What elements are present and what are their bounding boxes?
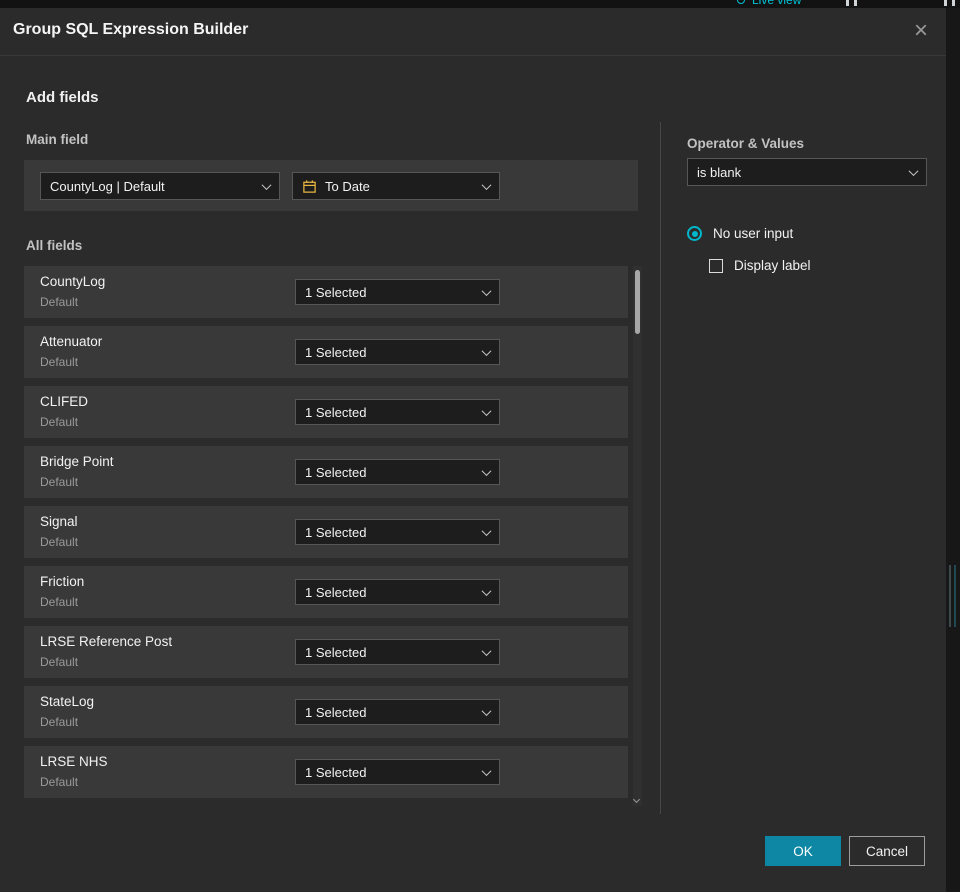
dropdown-value: 1 Selected [305, 464, 367, 480]
chevron-down-icon [481, 465, 492, 476]
field-selected-dropdown[interactable]: 1 Selected [295, 399, 500, 425]
field-selected-dropdown[interactable]: 1 Selected [295, 579, 500, 605]
main-field-row: CountyLog | Default To Date [24, 160, 638, 211]
field-name: CLIFED [40, 394, 89, 409]
chevron-down-icon [261, 179, 272, 190]
field-row-lrse-nhs: LRSE NHS Default 1 Selected [24, 746, 628, 798]
radio-selected-icon [687, 226, 702, 241]
field-name: Friction [40, 574, 85, 589]
field-name: LRSE Reference Post [40, 634, 173, 649]
dropdown-value: 1 Selected [305, 404, 367, 420]
field-row-clifed: CLIFED Default 1 Selected [24, 386, 628, 438]
chevron-down-icon [481, 345, 492, 356]
dropdown-value: 1 Selected [305, 344, 367, 360]
field-row-lrse-reference-post: LRSE Reference Post Default 1 Selected [24, 626, 628, 678]
field-row-signal: Signal Default 1 Selected [24, 506, 628, 558]
field-source: Default [40, 475, 79, 489]
display-label-checkbox[interactable]: Display label [709, 258, 811, 273]
field-name: Attenuator [40, 334, 103, 349]
all-fields-label: All fields [26, 238, 83, 253]
toolbar-bars-icon[interactable] [846, 0, 857, 6]
chevron-down-icon [481, 179, 492, 190]
field-source: Default [40, 535, 79, 549]
chevron-down-icon [481, 585, 492, 596]
operator-values-label: Operator & Values [687, 136, 805, 151]
chevron-down-icon [481, 285, 492, 296]
close-icon[interactable]: × [906, 17, 936, 47]
cancel-button[interactable]: Cancel [849, 836, 925, 866]
field-row-friction: Friction Default 1 Selected [24, 566, 628, 618]
dialog-title: Group SQL Expression Builder [13, 21, 249, 38]
live-view-icon [737, 0, 745, 4]
field-name: StateLog [40, 694, 95, 709]
dropdown-value: 1 Selected [305, 524, 367, 540]
field-source: Default [40, 415, 79, 429]
field-source: Default [40, 775, 79, 789]
date-field-dropdown[interactable]: To Date [292, 172, 500, 200]
checkbox-label: Display label [734, 258, 811, 273]
field-source: Default [40, 595, 79, 609]
ok-button[interactable]: OK [765, 836, 841, 866]
main-field-dropdown[interactable]: CountyLog | Default [40, 172, 280, 200]
dropdown-value: 1 Selected [305, 644, 367, 660]
app-right-edge [946, 8, 960, 892]
field-source: Default [40, 655, 79, 669]
edge-mark [949, 565, 951, 627]
field-source: Default [40, 355, 79, 369]
field-row-bridge-point: Bridge Point Default 1 Selected [24, 446, 628, 498]
field-selected-dropdown[interactable]: 1 Selected [295, 699, 500, 725]
field-name: Bridge Point [40, 454, 114, 469]
dropdown-value: 1 Selected [305, 704, 367, 720]
dropdown-value: is blank [697, 164, 742, 180]
dropdown-value: CountyLog | Default [50, 178, 165, 194]
field-selected-dropdown[interactable]: 1 Selected [295, 519, 500, 545]
field-name: CountyLog [40, 274, 106, 289]
scrollbar-thumb[interactable] [635, 270, 640, 334]
edge-mark [954, 565, 956, 627]
scroll-down-icon[interactable] [632, 795, 641, 804]
scrollbar[interactable] [632, 266, 642, 806]
field-selected-dropdown[interactable]: 1 Selected [295, 639, 500, 665]
checkbox-unchecked-icon [709, 258, 723, 273]
chevron-down-icon [481, 645, 492, 656]
chevron-down-icon [481, 705, 492, 716]
chevron-down-icon [481, 405, 492, 416]
field-selected-dropdown[interactable]: 1 Selected [295, 279, 500, 305]
field-name: LRSE NHS [40, 754, 108, 769]
field-row-statelog: StateLog Default 1 Selected [24, 686, 628, 738]
field-source: Default [40, 715, 79, 729]
chevron-down-icon [481, 765, 492, 776]
field-row-countylog: CountyLog Default 1 Selected [24, 266, 628, 318]
section-title-add-fields: Add fields [26, 89, 99, 106]
main-field-label: Main field [26, 132, 89, 147]
dropdown-value: 1 Selected [305, 584, 367, 600]
radio-label: No user input [713, 226, 794, 241]
all-fields-list: CountyLog Default 1 Selected Attenuator … [24, 266, 628, 806]
operator-values-panel: Operator & Values is blank No user input… [660, 122, 946, 814]
field-selected-dropdown[interactable]: 1 Selected [295, 759, 500, 785]
no-user-input-radio[interactable]: No user input [687, 226, 793, 241]
chevron-down-icon [481, 525, 492, 536]
field-source: Default [40, 295, 79, 309]
toolbar-bars-icon[interactable] [944, 0, 955, 6]
calendar-icon [303, 179, 316, 193]
chevron-down-icon [908, 165, 919, 176]
dropdown-value: 1 Selected [305, 284, 367, 300]
live-view-toggle[interactable]: Live view [752, 0, 801, 7]
field-row-attenuator: Attenuator Default 1 Selected [24, 326, 628, 378]
dialog-header: Group SQL Expression Builder × [0, 8, 946, 56]
app-top-bar: Live view [0, 0, 960, 8]
field-selected-dropdown[interactable]: 1 Selected [295, 339, 500, 365]
dropdown-value: To Date [325, 178, 370, 194]
dropdown-value: 1 Selected [305, 764, 367, 780]
group-sql-expression-builder-dialog: Group SQL Expression Builder × Add field… [0, 8, 946, 892]
operator-dropdown[interactable]: is blank [687, 158, 927, 186]
field-selected-dropdown[interactable]: 1 Selected [295, 459, 500, 485]
field-name: Signal [40, 514, 78, 529]
